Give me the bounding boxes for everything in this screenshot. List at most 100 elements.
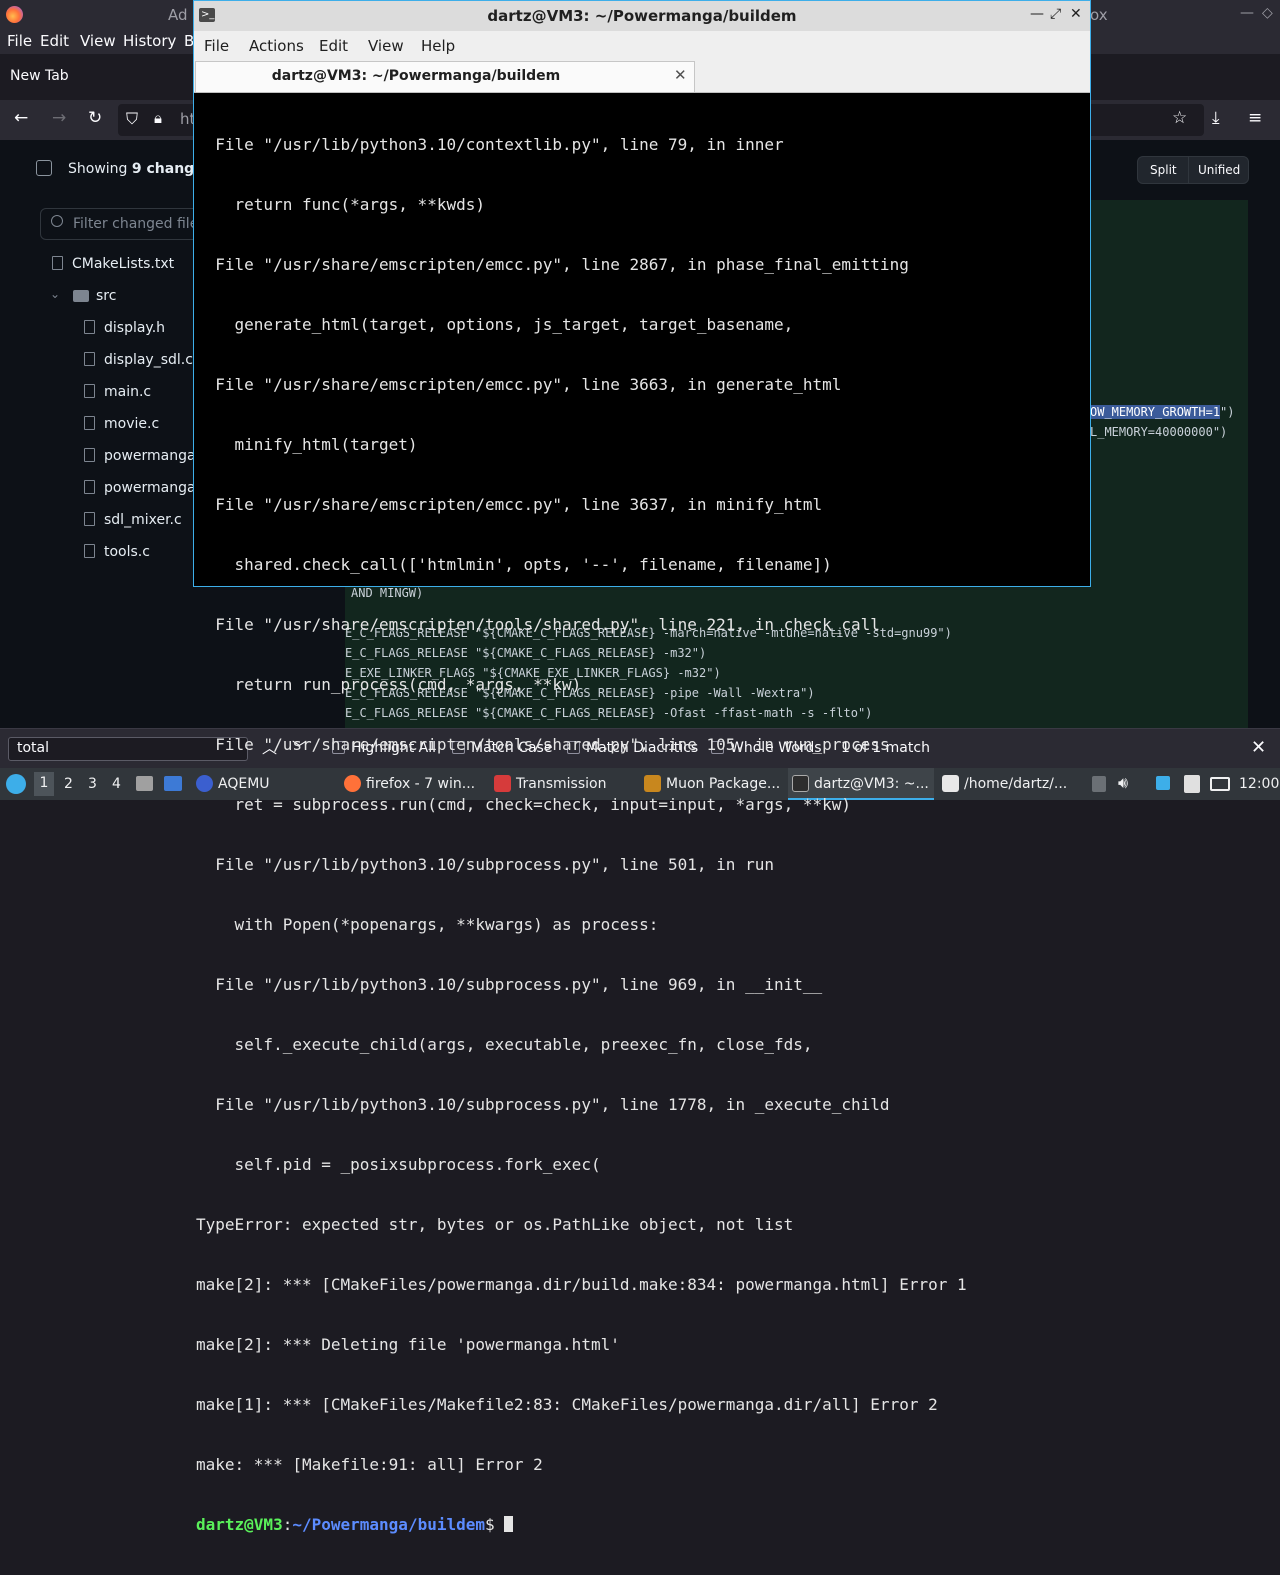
filter-changed-files-input[interactable]: Filter changed files — [40, 208, 210, 240]
prompt-line[interactable]: dartz@VM3:~/Powermanga/buildem$ — [196, 1515, 967, 1535]
output-line: make[2]: *** [CMakeFiles/powermanga.dir/… — [196, 1275, 967, 1294]
desktop-3[interactable]: 3 — [88, 776, 97, 792]
output-line: File "/usr/lib/python3.10/subprocess.py"… — [196, 975, 823, 994]
file-tree-item[interactable]: main.c — [104, 384, 151, 400]
file-icon — [84, 512, 95, 526]
prompt-symbol: $ — [485, 1515, 505, 1534]
show-desktop-icon[interactable] — [164, 776, 182, 791]
output-line: File "/usr/lib/python3.10/subprocess.py"… — [196, 855, 774, 874]
output-line: self._execute_child(args, executable, pr… — [196, 1035, 813, 1054]
desktop-1[interactable]: 1 — [34, 772, 54, 796]
file-icon — [84, 320, 95, 334]
file-tree-item[interactable]: display.h — [104, 320, 165, 336]
menu-view[interactable]: View — [368, 37, 404, 55]
search-icon — [51, 215, 63, 227]
output-line: return run_process(cmd, *args, **kw) — [196, 675, 582, 694]
file-icon — [84, 448, 95, 462]
folder-icon — [73, 290, 89, 302]
lock-icon[interactable]: 🔒︎ — [154, 109, 162, 127]
file-tree-item[interactable]: tools.c — [104, 544, 150, 560]
output-lines: File "/usr/lib/python3.10/contextlib.py"… — [196, 95, 967, 1575]
output-line: File "/usr/lib/python3.10/subprocess.py"… — [196, 1095, 890, 1114]
menu-file[interactable]: File — [204, 37, 229, 55]
clock[interactable]: 12:00 — [1239, 776, 1279, 792]
firefox-logo-icon — [6, 6, 23, 23]
bookmark-star-icon[interactable]: ☆ — [1172, 108, 1187, 128]
output-line: File "/usr/share/emscripten/tools/shared… — [196, 615, 880, 634]
tab-new-tab[interactable]: New Tab — [10, 68, 69, 84]
desktop-4[interactable]: 4 — [112, 776, 121, 792]
output-line: File "/usr/share/emscripten/tools/shared… — [196, 735, 890, 754]
code-line: OW_MEMORY_GROWTH=1") — [1090, 405, 1235, 419]
close-find-bar-icon[interactable]: ✕ — [1251, 737, 1266, 758]
terminal-window: >_ dartz@VM3: ~/Powermanga/buildem — ⤢ ✕… — [193, 0, 1091, 1534]
minimize-icon[interactable]: — — [1030, 6, 1044, 22]
terminal-output[interactable]: File "/usr/lib/python3.10/contextlib.py"… — [196, 95, 1089, 1534]
clipboard-manager-icon[interactable] — [1184, 775, 1200, 793]
prompt-colon: : — [282, 1515, 293, 1534]
output-line: self.pid = _posixsubprocess.fork_exec( — [196, 1155, 601, 1174]
output-line: minify_html(target) — [196, 435, 418, 454]
tab-title: dartz@VM3: ~/Powermanga/buildem — [271, 68, 561, 84]
menu-view[interactable]: View — [80, 32, 116, 50]
code-line: L_MEMORY=40000000") — [1090, 425, 1228, 439]
file-tree-item[interactable]: display_sdl.c — [104, 352, 193, 368]
shield-icon[interactable]: ⛉ — [126, 109, 138, 129]
downloads-icon[interactable]: ⤓ — [1212, 108, 1220, 128]
file-tree-folder[interactable]: src — [96, 288, 116, 304]
terminal-tab[interactable]: dartz@VM3: ~/Powermanga/buildem ✕ — [195, 61, 695, 92]
close-icon[interactable]: ✕ — [1070, 6, 1082, 22]
output-line: make[2]: *** Deleting file 'powermanga.h… — [196, 1335, 620, 1354]
app-launcher-icon[interactable] — [6, 774, 26, 794]
file-tree-item[interactable]: movie.c — [104, 416, 159, 432]
chevron-down-icon[interactable]: ⌄ — [50, 287, 60, 301]
file-tree-item[interactable]: sdl_mixer.c — [104, 512, 182, 528]
volume-icon[interactable]: 🔊︎ — [1118, 773, 1128, 793]
file-icon — [52, 256, 63, 270]
file-icon — [84, 416, 95, 430]
forward-icon[interactable]: → — [52, 108, 66, 128]
output-line: make: *** [Makefile:91: all] Error 2 — [196, 1455, 543, 1474]
terminal-tabbar: dartz@VM3: ~/Powermanga/buildem ✕ — [194, 61, 1090, 93]
clipboard-icon[interactable] — [1092, 776, 1106, 792]
reload-icon[interactable]: ↻ — [88, 108, 102, 128]
close-tab-icon[interactable]: ✕ — [674, 66, 687, 84]
notifications-icon[interactable] — [1156, 776, 1170, 790]
output-line: TypeError: expected str, bytes or os.Pat… — [196, 1215, 794, 1234]
minimize-icon[interactable]: — — [1240, 5, 1254, 21]
file-manager-icon[interactable] — [136, 776, 153, 791]
unified-view-button[interactable]: Unified — [1198, 163, 1240, 177]
terminal-titlebar[interactable]: >_ dartz@VM3: ~/Powermanga/buildem — ⤢ ✕ — [194, 1, 1090, 31]
prompt-user: dartz@VM3 — [196, 1515, 283, 1534]
file-icon — [84, 544, 95, 558]
changed-files-summary: Showing 9 change — [68, 161, 204, 177]
output-line: File "/usr/share/emscripten/emcc.py", li… — [196, 495, 823, 514]
file-tree-item[interactable]: CMakeLists.txt — [72, 256, 174, 272]
menu-help[interactable]: Help — [421, 37, 455, 55]
output-line: ret = subprocess.run(cmd, check=check, i… — [196, 795, 852, 814]
text-cursor — [504, 1516, 514, 1532]
menu-actions[interactable]: Actions — [249, 37, 304, 55]
desktop-2[interactable]: 2 — [64, 776, 73, 792]
menu-edit[interactable]: Edit — [319, 37, 348, 55]
back-icon[interactable]: ← — [14, 108, 28, 128]
output-line: shared.check_call(['htmlmin', opts, '--'… — [196, 555, 832, 574]
output-line: generate_html(target, options, js_target… — [196, 315, 794, 334]
maximize-icon[interactable]: ⤢ — [1050, 6, 1061, 22]
firefox-title-right: ox — [1090, 6, 1108, 24]
segment-divider — [1188, 157, 1189, 183]
split-view-button[interactable]: Split — [1150, 163, 1177, 177]
maximize-icon[interactable]: ◇ — [1262, 5, 1273, 21]
network-icon[interactable] — [1210, 777, 1230, 791]
menu-history[interactable]: History — [123, 32, 176, 50]
file-icon — [84, 352, 95, 366]
app-menu-icon[interactable]: ≡ — [1248, 108, 1262, 128]
menu-edit[interactable]: Edit — [40, 32, 69, 50]
sidebar-toggle-icon[interactable] — [36, 160, 52, 176]
output-line: make[1]: *** [CMakeFiles/Makefile2:83: C… — [196, 1395, 938, 1414]
firefox-title-left: Ad — [168, 6, 188, 24]
menu-file[interactable]: File — [7, 32, 32, 50]
output-line: with Popen(*popenargs, **kwargs) as proc… — [196, 915, 659, 934]
diff-view-toggle: Split Unified — [1137, 156, 1249, 184]
prompt-path: ~/Powermanga/buildem — [292, 1515, 485, 1534]
